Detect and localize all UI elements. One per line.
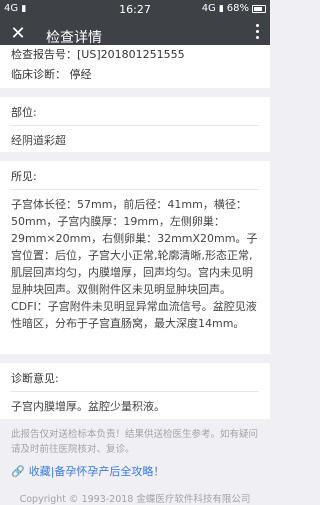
report-content: 检查报告号：[US]201801251555 临床诊断： 停经 部位: 经阴道彩… — [0, 45, 270, 505]
position-card: 部位: 经阴道彩超 — [0, 97, 270, 152]
findings-title: 所见: — [11, 170, 37, 183]
battery-level: 68% — [226, 3, 249, 14]
position-title: 部位: — [11, 106, 37, 119]
promo-text[interactable]: 收藏|备孕怀孕产后全攻略！ — [29, 463, 165, 479]
more-vertical-icon[interactable] — [252, 24, 262, 39]
page-title: 检查详情 — [46, 30, 102, 46]
divider — [11, 189, 259, 190]
disclaimer-text: 此报告仅对送检标本负责！结果供送检医生参考。如有疑问请及时前往医院核对、复诊。 — [11, 429, 259, 455]
report-number: 检查报告号：[US]201801251555 — [11, 48, 185, 61]
clinical-diagnosis: 临床诊断： 停经 — [11, 68, 92, 81]
copyright-text: Copyright © 1993-2018 金蝶医疗软件科技有限公司 — [19, 494, 251, 505]
report-info-card: 检查报告号：[US]201801251555 临床诊断： 停经 — [0, 45, 270, 88]
status-right: 4G ▮ 68% — [202, 3, 266, 14]
promo-link[interactable]: 🔗 收藏|备孕怀孕产后全攻略！ — [0, 457, 270, 479]
findings-card: 所见: 子宫体长径：57mm，前后径：41mm，横径：50mm，子宫内膜厚：19… — [0, 161, 270, 354]
divider — [11, 125, 259, 126]
status-bar: 4G ▮ 16:27 4G ▮ 68% — [0, 0, 270, 19]
diagnosis-title: 诊断意见: — [11, 372, 59, 385]
findings-text: 子宫体长径：57mm，前后径：41mm，横径：50mm，子宫内膜厚：19mm，左… — [11, 198, 258, 330]
diagnosis-card: 诊断意见: 子宫内膜增厚。盆腔少量积液。 — [0, 363, 270, 419]
link-icon: 🔗 — [11, 464, 25, 478]
close-icon[interactable]: ✕ — [8, 23, 28, 44]
network-type-right: 4G — [201, 3, 216, 14]
battery-icon — [252, 4, 266, 13]
divider — [11, 391, 259, 392]
signal-icon-right: ▮ — [218, 3, 224, 14]
